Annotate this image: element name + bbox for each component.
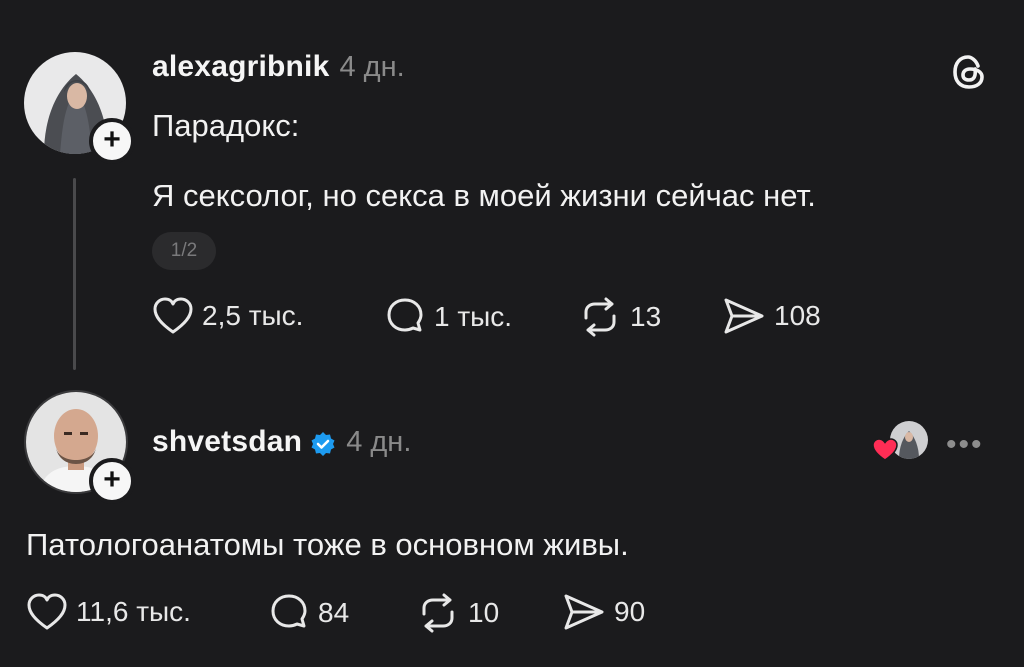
timestamp: 4 дн. — [346, 426, 412, 458]
timestamp: 4 дн. — [339, 51, 405, 83]
like-button[interactable]: 11,6 тыс. — [26, 592, 191, 632]
liked-heart-icon — [872, 438, 898, 467]
comment-bubble-icon — [387, 298, 423, 332]
repost-button[interactable]: 13 — [578, 296, 661, 338]
comment-count: 84 — [318, 597, 350, 628]
repost-button[interactable]: 10 — [416, 592, 499, 634]
share-button[interactable]: 90 — [562, 592, 645, 632]
heart-icon — [27, 593, 67, 630]
send-icon — [564, 594, 604, 630]
comment-bubble-icon — [271, 594, 307, 628]
username[interactable]: shvetsdan — [152, 425, 302, 458]
post1-text-line2: Я сексолог, но секса в моей жизни сейчас… — [152, 178, 816, 213]
like-count: 2,5 тыс. — [202, 300, 304, 331]
more-options-button[interactable]: ••• — [946, 428, 984, 462]
like-button[interactable]: 2,5 тыс. — [152, 296, 303, 336]
heart-icon — [153, 297, 193, 334]
post1-header: alexagribnik 4 дн. — [152, 50, 405, 84]
repost-count: 13 — [630, 301, 662, 332]
username[interactable]: alexagribnik — [152, 50, 329, 83]
follow-plus-button[interactable]: + — [89, 458, 135, 504]
comment-button[interactable]: 84 — [268, 592, 349, 634]
repost-icon — [422, 593, 454, 633]
thread-connector-line — [73, 178, 76, 370]
carousel-page-indicator: 1/2 — [152, 232, 216, 270]
share-count: 90 — [614, 596, 646, 627]
repost-icon — [584, 297, 616, 337]
send-icon — [724, 298, 764, 334]
post1-text-line1: Парадокс: — [152, 108, 300, 143]
threads-logo-icon[interactable] — [949, 52, 989, 97]
share-button[interactable]: 108 — [722, 296, 821, 336]
share-count: 108 — [774, 300, 821, 331]
follow-plus-button[interactable]: + — [89, 118, 135, 164]
comment-button[interactable]: 1 тыс. — [384, 296, 512, 338]
comment-count: 1 тыс. — [434, 301, 513, 332]
post2-text: Патологоанатомы тоже в основном живы. — [26, 527, 629, 562]
verified-badge-icon — [310, 431, 336, 462]
repost-count: 10 — [468, 597, 500, 628]
post2-header: shvetsdan 4 дн. — [152, 425, 411, 462]
like-count: 11,6 тыс. — [76, 596, 191, 627]
